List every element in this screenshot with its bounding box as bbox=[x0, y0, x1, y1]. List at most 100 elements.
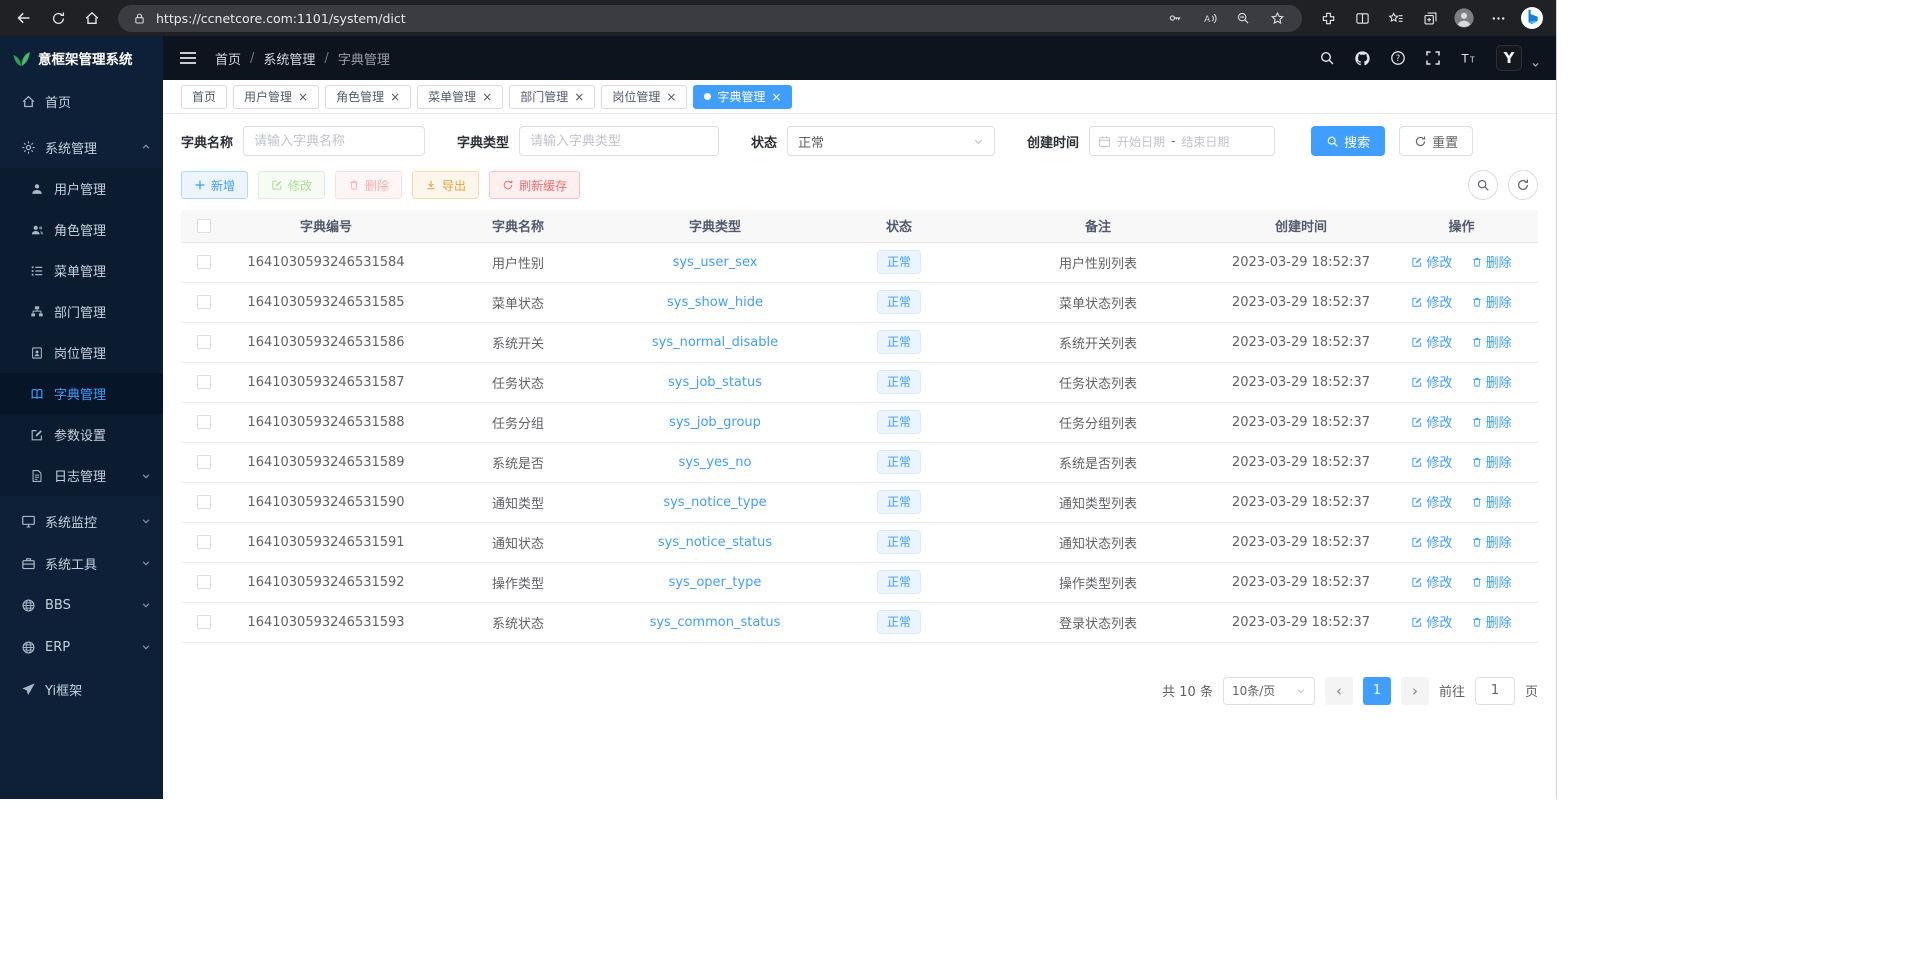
delete-button[interactable]: 删除 bbox=[335, 171, 402, 199]
row-checkbox[interactable] bbox=[197, 375, 211, 389]
sidebar-item-yi-framework[interactable]: Yi框架 bbox=[0, 668, 163, 710]
breadcrumb-home[interactable]: 首页 bbox=[215, 49, 241, 68]
row-checkbox[interactable] bbox=[197, 335, 211, 349]
search-icon[interactable] bbox=[1319, 50, 1335, 66]
breadcrumb-system-mgmt[interactable]: 系统管理 bbox=[263, 49, 315, 68]
row-edit-button[interactable]: 修改 bbox=[1411, 532, 1452, 551]
reset-button[interactable]: 重置 bbox=[1399, 126, 1473, 156]
tab-post-mgmt[interactable]: 岗位管理× bbox=[601, 85, 687, 109]
row-delete-button[interactable]: 删除 bbox=[1471, 412, 1512, 431]
split-screen-icon[interactable] bbox=[1346, 4, 1378, 32]
row-delete-button[interactable]: 删除 bbox=[1471, 452, 1512, 471]
status-select[interactable]: 正常 bbox=[787, 126, 995, 156]
row-checkbox[interactable] bbox=[197, 255, 211, 269]
sidebar-item-param-settings[interactable]: 参数设置 bbox=[0, 414, 163, 455]
refresh-cache-button[interactable]: 刷新缓存 bbox=[489, 171, 580, 199]
sidebar-item-bbs[interactable]: BBS bbox=[0, 584, 163, 626]
row-checkbox[interactable] bbox=[197, 415, 211, 429]
tab-close-icon[interactable]: × bbox=[574, 91, 584, 103]
row-checkbox[interactable] bbox=[197, 495, 211, 509]
dict-type-input[interactable] bbox=[519, 126, 719, 156]
prev-page-button[interactable]: ‹ bbox=[1325, 677, 1353, 705]
tab-close-icon[interactable]: × bbox=[666, 91, 676, 103]
collections-icon[interactable] bbox=[1414, 4, 1446, 32]
row-delete-button[interactable]: 删除 bbox=[1471, 372, 1512, 391]
sidebar-item-post-mgmt[interactable]: 岗位管理 bbox=[0, 332, 163, 373]
row-edit-button[interactable]: 修改 bbox=[1411, 452, 1452, 471]
font-size-icon[interactable]: TT bbox=[1460, 50, 1477, 66]
row-edit-button[interactable]: 修改 bbox=[1411, 292, 1452, 311]
dict-type-link[interactable]: sys_common_status bbox=[650, 615, 781, 630]
search-button[interactable]: 搜索 bbox=[1311, 126, 1385, 156]
date-range-picker[interactable]: 开始日期 - 结束日期 bbox=[1089, 126, 1275, 156]
goto-page-input[interactable] bbox=[1475, 677, 1515, 705]
favorite-star-icon[interactable] bbox=[1264, 7, 1290, 29]
sidebar-item-menu-mgmt[interactable]: 菜单管理 bbox=[0, 250, 163, 291]
row-checkbox[interactable] bbox=[197, 575, 211, 589]
row-delete-button[interactable]: 删除 bbox=[1471, 532, 1512, 551]
row-edit-button[interactable]: 修改 bbox=[1411, 332, 1452, 351]
row-edit-button[interactable]: 修改 bbox=[1411, 372, 1452, 391]
favorites-bar-icon[interactable] bbox=[1380, 4, 1412, 32]
tab-menu-mgmt[interactable]: 菜单管理× bbox=[417, 85, 503, 109]
dict-name-input[interactable] bbox=[243, 126, 425, 156]
settings-more-icon[interactable] bbox=[1482, 4, 1514, 32]
row-edit-button[interactable]: 修改 bbox=[1411, 492, 1452, 511]
sidebar-item-system-monitor[interactable]: 系统监控 bbox=[0, 500, 163, 542]
sidebar-item-dict-mgmt[interactable]: 字典管理 bbox=[0, 373, 163, 414]
tab-close-icon[interactable]: × bbox=[390, 91, 400, 103]
row-delete-button[interactable]: 删除 bbox=[1471, 572, 1512, 591]
sidebar-item-dept-mgmt[interactable]: 部门管理 bbox=[0, 291, 163, 332]
profile-avatar[interactable] bbox=[1448, 4, 1480, 32]
collapse-menu-icon[interactable] bbox=[179, 50, 197, 66]
dict-type-link[interactable]: sys_normal_disable bbox=[652, 335, 778, 350]
dict-type-link[interactable]: sys_user_sex bbox=[673, 255, 758, 270]
tab-close-icon[interactable]: × bbox=[298, 91, 308, 103]
row-edit-button[interactable]: 修改 bbox=[1411, 572, 1452, 591]
zoom-icon[interactable] bbox=[1230, 7, 1256, 29]
extensions-icon[interactable] bbox=[1312, 4, 1344, 32]
add-button[interactable]: 新增 bbox=[181, 171, 248, 199]
app-logo[interactable]: 意框架管理系统 bbox=[0, 36, 163, 80]
sidebar-item-system-tools[interactable]: 系统工具 bbox=[0, 542, 163, 584]
password-key-icon[interactable] bbox=[1162, 7, 1188, 29]
home-icon[interactable] bbox=[76, 4, 108, 32]
back-icon[interactable] bbox=[8, 4, 40, 32]
row-delete-button[interactable]: 删除 bbox=[1471, 492, 1512, 511]
copilot-bing-icon[interactable] bbox=[1516, 4, 1548, 32]
dict-type-link[interactable]: sys_show_hide bbox=[667, 295, 763, 310]
fullscreen-icon[interactable] bbox=[1425, 50, 1441, 66]
dict-type-link[interactable]: sys_yes_no bbox=[679, 455, 752, 470]
row-checkbox[interactable] bbox=[197, 615, 211, 629]
read-aloud-icon[interactable]: A bbox=[1196, 7, 1222, 29]
github-icon[interactable] bbox=[1354, 50, 1371, 67]
dict-type-link[interactable]: sys_notice_status bbox=[658, 535, 772, 550]
tab-role-mgmt[interactable]: 角色管理× bbox=[325, 85, 411, 109]
page-1-button[interactable]: 1 bbox=[1363, 677, 1391, 705]
sidebar-item-role-mgmt[interactable]: 角色管理 bbox=[0, 209, 163, 250]
select-all-checkbox[interactable] bbox=[197, 219, 211, 233]
row-edit-button[interactable]: 修改 bbox=[1411, 412, 1452, 431]
row-delete-button[interactable]: 删除 bbox=[1471, 612, 1512, 631]
row-delete-button[interactable]: 删除 bbox=[1471, 332, 1512, 351]
dict-type-link[interactable]: sys_oper_type bbox=[669, 575, 762, 590]
edit-button[interactable]: 修改 bbox=[258, 171, 325, 199]
row-edit-button[interactable]: 修改 bbox=[1411, 252, 1452, 271]
tab-close-icon[interactable]: × bbox=[771, 91, 781, 103]
row-checkbox[interactable] bbox=[197, 295, 211, 309]
sidebar-item-home[interactable]: 首页 bbox=[0, 80, 163, 122]
sidebar-item-log-mgmt[interactable]: 日志管理 bbox=[0, 455, 163, 496]
tab-close-icon[interactable]: × bbox=[482, 91, 492, 103]
dict-type-link[interactable]: sys_notice_type bbox=[663, 495, 766, 510]
tab-user-mgmt[interactable]: 用户管理× bbox=[233, 85, 319, 109]
tab-dict-mgmt[interactable]: 字典管理× bbox=[693, 85, 792, 109]
tab-dept-mgmt[interactable]: 部门管理× bbox=[509, 85, 595, 109]
user-avatar-logo[interactable]: Y bbox=[1496, 45, 1522, 71]
dict-type-link[interactable]: sys_job_group bbox=[669, 415, 761, 430]
refresh-icon[interactable] bbox=[42, 4, 74, 32]
row-checkbox[interactable] bbox=[197, 455, 211, 469]
row-delete-button[interactable]: 删除 bbox=[1471, 292, 1512, 311]
export-button[interactable]: 导出 bbox=[412, 171, 479, 199]
row-delete-button[interactable]: 删除 bbox=[1471, 252, 1512, 271]
tab-home[interactable]: 首页 bbox=[181, 85, 227, 109]
